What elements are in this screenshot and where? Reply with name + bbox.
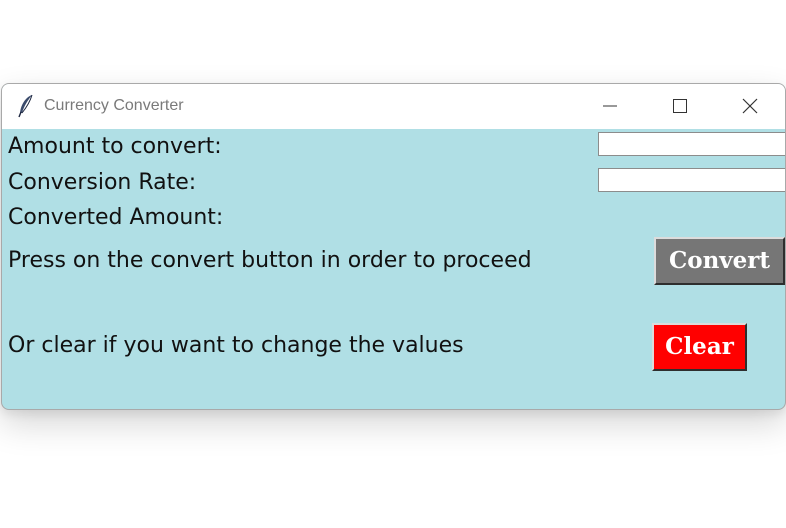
window-title: Currency Converter [44, 97, 184, 114]
maximize-icon [673, 99, 687, 113]
rate-input[interactable] [598, 168, 785, 192]
rate-label: Conversion Rate: [8, 170, 197, 195]
clear-button[interactable]: Clear [652, 323, 747, 371]
converted-amount-label: Converted Amount: [8, 205, 224, 230]
close-button[interactable] [715, 84, 785, 129]
convert-button[interactable]: Convert [654, 237, 785, 285]
close-icon [742, 98, 758, 114]
clear-instruction: Or clear if you want to change the value… [8, 333, 464, 358]
feather-icon [18, 94, 34, 118]
maximize-button[interactable] [645, 84, 715, 129]
minimize-icon [603, 105, 617, 107]
proceed-instruction: Press on the convert button in order to … [8, 248, 532, 273]
converter-form: Amount to convert: Conversion Rate: Conv… [2, 129, 785, 409]
amount-label: Amount to convert: [8, 134, 222, 159]
app-window: Currency Converter Amount to convert: Co… [1, 83, 786, 410]
title-bar[interactable]: Currency Converter [2, 84, 785, 129]
amount-input[interactable] [598, 132, 785, 156]
minimize-button[interactable] [575, 84, 645, 129]
